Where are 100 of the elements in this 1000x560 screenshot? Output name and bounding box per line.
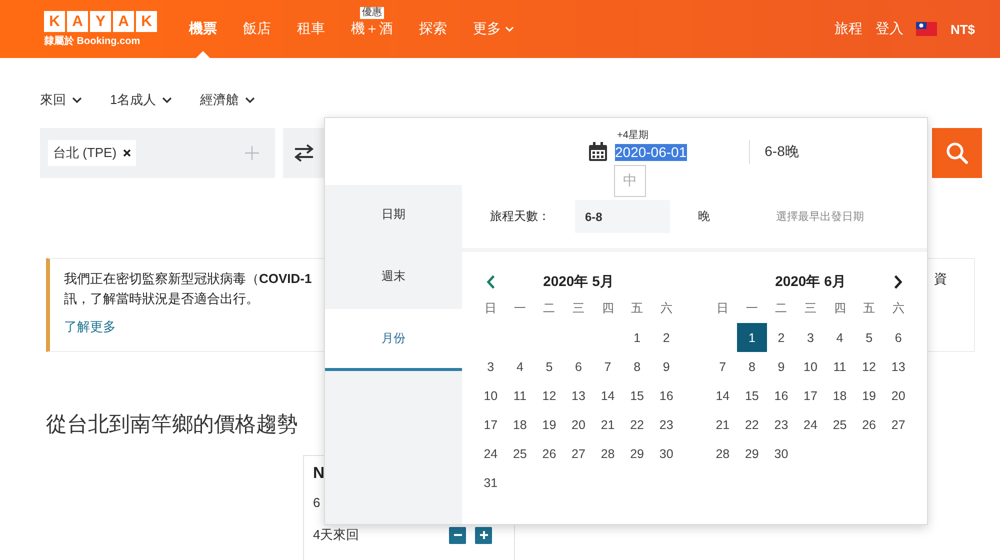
- search-icon: [946, 142, 968, 164]
- trip-length-label: 旅程天數：: [490, 208, 550, 225]
- airport-chip[interactable]: 台北 (TPE): [48, 140, 136, 166]
- calendar-day[interactable]: 2: [766, 323, 796, 352]
- calendar-day[interactable]: 23: [652, 410, 681, 439]
- calendar-day[interactable]: 22: [622, 410, 652, 439]
- calendar-day[interactable]: 14: [708, 381, 738, 410]
- trip-option-dropdown[interactable]: 經濟艙: [200, 91, 256, 109]
- calendar-day[interactable]: 26: [534, 439, 564, 468]
- calendar-day[interactable]: 16: [766, 381, 796, 410]
- calendar-day[interactable]: 7: [708, 352, 738, 381]
- calendar-day[interactable]: 28: [708, 439, 738, 468]
- calendar-day[interactable]: 30: [652, 439, 681, 468]
- calendar-day[interactable]: 7: [593, 352, 622, 381]
- calendar-day[interactable]: 8: [622, 352, 652, 381]
- weekday-label: 四: [832, 300, 847, 317]
- trip-option-dropdown[interactable]: 1名成人: [110, 91, 172, 109]
- calendar-day[interactable]: 4: [505, 352, 535, 381]
- nights-input[interactable]: 6-8晚: [764, 142, 799, 160]
- origin-field[interactable]: 台北 (TPE): [40, 128, 275, 178]
- calendar-day[interactable]: 6: [884, 323, 913, 352]
- notice-text: 我們正在密切監察新型冠狀病毒（COVID-1: [64, 270, 312, 288]
- calendar-day[interactable]: 29: [622, 439, 652, 468]
- date-mode-tab[interactable]: 月份: [325, 309, 462, 371]
- weekday-label: 三: [571, 300, 586, 317]
- search-button[interactable]: [932, 128, 982, 178]
- calendar-day[interactable]: 12: [854, 352, 884, 381]
- calendar-day[interactable]: 27: [884, 410, 913, 439]
- calendar-day[interactable]: 20: [884, 381, 913, 410]
- calendar-day[interactable]: 28: [593, 439, 622, 468]
- date-mode-tab[interactable]: 週末: [325, 247, 462, 309]
- calendar-day[interactable]: 23: [766, 410, 796, 439]
- learn-more-link[interactable]: 了解更多: [64, 318, 116, 336]
- calendar-day[interactable]: 24: [476, 439, 506, 468]
- calendar-day[interactable]: 1: [622, 323, 652, 352]
- swap-arrows-icon: [294, 144, 314, 162]
- plus-icon: [480, 531, 488, 539]
- calendar-day[interactable]: 19: [534, 410, 564, 439]
- calendar-day[interactable]: 22: [737, 410, 767, 439]
- calendar-day[interactable]: 17: [796, 381, 826, 410]
- calendar-day[interactable]: 16: [652, 381, 681, 410]
- calendar-day[interactable]: 6: [564, 352, 594, 381]
- month-title: 2020年 5月: [542, 273, 615, 291]
- calendar-day[interactable]: 20: [564, 410, 594, 439]
- calendar-day[interactable]: 18: [505, 410, 535, 439]
- calendar-day[interactable]: 30: [766, 439, 796, 468]
- calendar-day[interactable]: 3: [796, 323, 826, 352]
- weekday-label: 六: [659, 300, 674, 317]
- calendar-day[interactable]: 24: [796, 410, 826, 439]
- weekday-label: 三: [803, 300, 818, 317]
- calendar-day[interactable]: 25: [825, 410, 854, 439]
- trip-length-input[interactable]: 6-8: [575, 200, 670, 233]
- calendar-day[interactable]: 8: [737, 352, 767, 381]
- calendar-day[interactable]: 9: [766, 352, 796, 381]
- weekday-label: 二: [774, 300, 788, 317]
- notice-text: 資: [934, 270, 947, 288]
- close-icon[interactable]: [122, 149, 131, 157]
- calendar-day[interactable]: 15: [737, 381, 767, 410]
- calendar-day[interactable]: 19: [854, 381, 884, 410]
- flag-icon[interactable]: [916, 22, 938, 36]
- earliest-date-hint: 選擇最早出發日期: [776, 210, 864, 224]
- calendar-day[interactable]: 4: [825, 323, 854, 352]
- calendar-day[interactable]: 1: [737, 323, 767, 352]
- logo-tagline: 隸屬於 Booking.com: [44, 36, 142, 48]
- date-input[interactable]: 2020-06-01: [615, 144, 687, 161]
- card-title: N: [313, 464, 325, 484]
- calendar-day[interactable]: 15: [622, 381, 652, 410]
- calendar-day[interactable]: 21: [708, 410, 738, 439]
- calendar-day[interactable]: 10: [796, 352, 826, 381]
- calendar-day[interactable]: 3: [476, 352, 506, 381]
- chevron-right-icon[interactable]: [894, 275, 903, 289]
- decrease-button[interactable]: [449, 526, 466, 544]
- calendar-day[interactable]: 11: [825, 352, 854, 381]
- calendar-day[interactable]: 9: [652, 352, 681, 381]
- date-mode-tab[interactable]: 日期: [325, 185, 462, 247]
- calendar-day[interactable]: 5: [534, 352, 564, 381]
- swap-button[interactable]: [283, 128, 324, 178]
- calendar-day[interactable]: 13: [884, 352, 913, 381]
- calendar-day[interactable]: 10: [476, 381, 506, 410]
- calendar-day[interactable]: 17: [476, 410, 506, 439]
- calendar-day[interactable]: 11: [505, 381, 535, 410]
- trip-option-dropdown[interactable]: 來回: [40, 91, 82, 109]
- calendar-day[interactable]: 12: [534, 381, 564, 410]
- chevron-down-icon: [162, 97, 172, 103]
- calendar-day[interactable]: 29: [737, 439, 767, 468]
- calendar-day[interactable]: 13: [564, 381, 594, 410]
- nav-link[interactable]: 優惠 機＋酒: [351, 0, 393, 58]
- calendar-day[interactable]: 5: [854, 323, 884, 352]
- chevron-down-icon: [245, 97, 256, 103]
- calendar-day[interactable]: 25: [505, 439, 535, 468]
- calendar-day[interactable]: 26: [854, 410, 884, 439]
- calendar-day[interactable]: 18: [825, 381, 854, 410]
- increase-button[interactable]: [475, 526, 492, 544]
- calendar-day[interactable]: 2: [652, 323, 681, 352]
- chevron-left-icon[interactable]: [486, 275, 495, 289]
- weekday-label: 日: [484, 300, 498, 317]
- calendar-day[interactable]: 21: [593, 410, 622, 439]
- calendar-day[interactable]: 31: [476, 468, 506, 497]
- calendar-day[interactable]: 14: [593, 381, 622, 410]
- calendar-day[interactable]: 27: [564, 439, 594, 468]
